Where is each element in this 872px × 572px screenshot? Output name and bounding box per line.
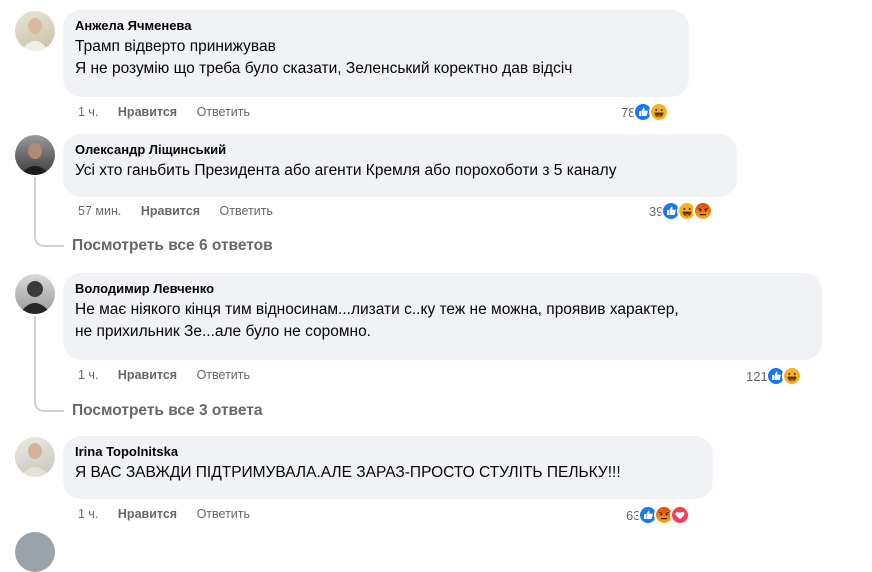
haha-icon [649,102,670,122]
like-button[interactable]: Нравится [118,105,177,119]
thread-connector [34,177,64,247]
comment-actions: 1 ч. Нравится Ответить [78,105,266,119]
reactions-summary[interactable]: 63 [626,505,691,525]
comment-author[interactable]: Олександр Ліщинський [75,142,725,158]
comment-actions: 1 ч. Нравится Ответить [78,368,266,382]
view-replies-link[interactable]: Посмотреть все 6 ответов [72,237,273,255]
reply-button[interactable]: Ответить [197,105,250,119]
comment-bubble: Анжела Ячменева Трамп відверто принижува… [63,10,689,97]
avatar[interactable] [15,135,55,175]
comment-timestamp[interactable]: 1 ч. [78,507,98,521]
comment-text-line: не прихильник Зе...але було не соромно. [75,323,371,340]
reactions-summary[interactable]: 39 [649,201,714,221]
love-icon [670,505,691,525]
reactions-summary[interactable]: 78 [621,102,670,122]
like-button[interactable]: Нравится [118,368,177,382]
comment-text-line: Я не розумію що треба було сказати, Зеле… [75,60,573,77]
comment-text-line: Усі хто ганьбить Президента або агенти К… [75,162,617,179]
comment-bubble: Володимир Левченко Не має ніякого кінця … [63,273,822,360]
view-replies-link[interactable]: Посмотреть все 3 ответа [72,402,263,420]
comment-timestamp[interactable]: 57 мин. [78,204,121,218]
reply-button[interactable]: Ответить [197,368,250,382]
reply-button[interactable]: Ответить [220,204,273,218]
reply-button[interactable]: Ответить [197,507,250,521]
reactions-summary[interactable]: 121 [746,366,802,386]
comment-author[interactable]: Irina Topolnitska [75,444,701,460]
comment-bubble: Irina Topolnitska Я ВАС ЗАВЖДИ ПІДТРИМУВ… [63,436,713,499]
comment-actions: 57 мин. Нравится Ответить [78,204,289,218]
comment-timestamp[interactable]: 1 ч. [78,368,98,382]
like-button[interactable]: Нравится [141,204,200,218]
reactions-count: 121 [746,368,768,384]
comment-bubble: Олександр Ліщинський Усі хто ганьбить Пр… [63,134,737,197]
comment-actions: 1 ч. Нравится Ответить [78,507,266,521]
avatar[interactable] [15,11,55,51]
avatar[interactable] [15,532,55,572]
comment-timestamp[interactable]: 1 ч. [78,105,98,119]
angry-icon [693,201,714,221]
haha-icon [781,366,802,386]
comment-author[interactable]: Володимир Левченко [75,281,810,297]
avatar[interactable] [15,274,55,314]
comment-author[interactable]: Анжела Ячменева [75,18,677,34]
thread-connector [34,316,64,412]
avatar[interactable] [15,437,55,477]
like-button[interactable]: Нравится [118,507,177,521]
comment-text-line: Не має ніякого кінця тим відносинам...ли… [75,301,679,318]
comment-text-line: Трамп відверто принижував [75,38,276,55]
comment-text-line: Я ВАС ЗАВЖДИ ПІДТРИМУВАЛА.АЛЕ ЗАРАЗ-ПРОС… [75,464,621,481]
